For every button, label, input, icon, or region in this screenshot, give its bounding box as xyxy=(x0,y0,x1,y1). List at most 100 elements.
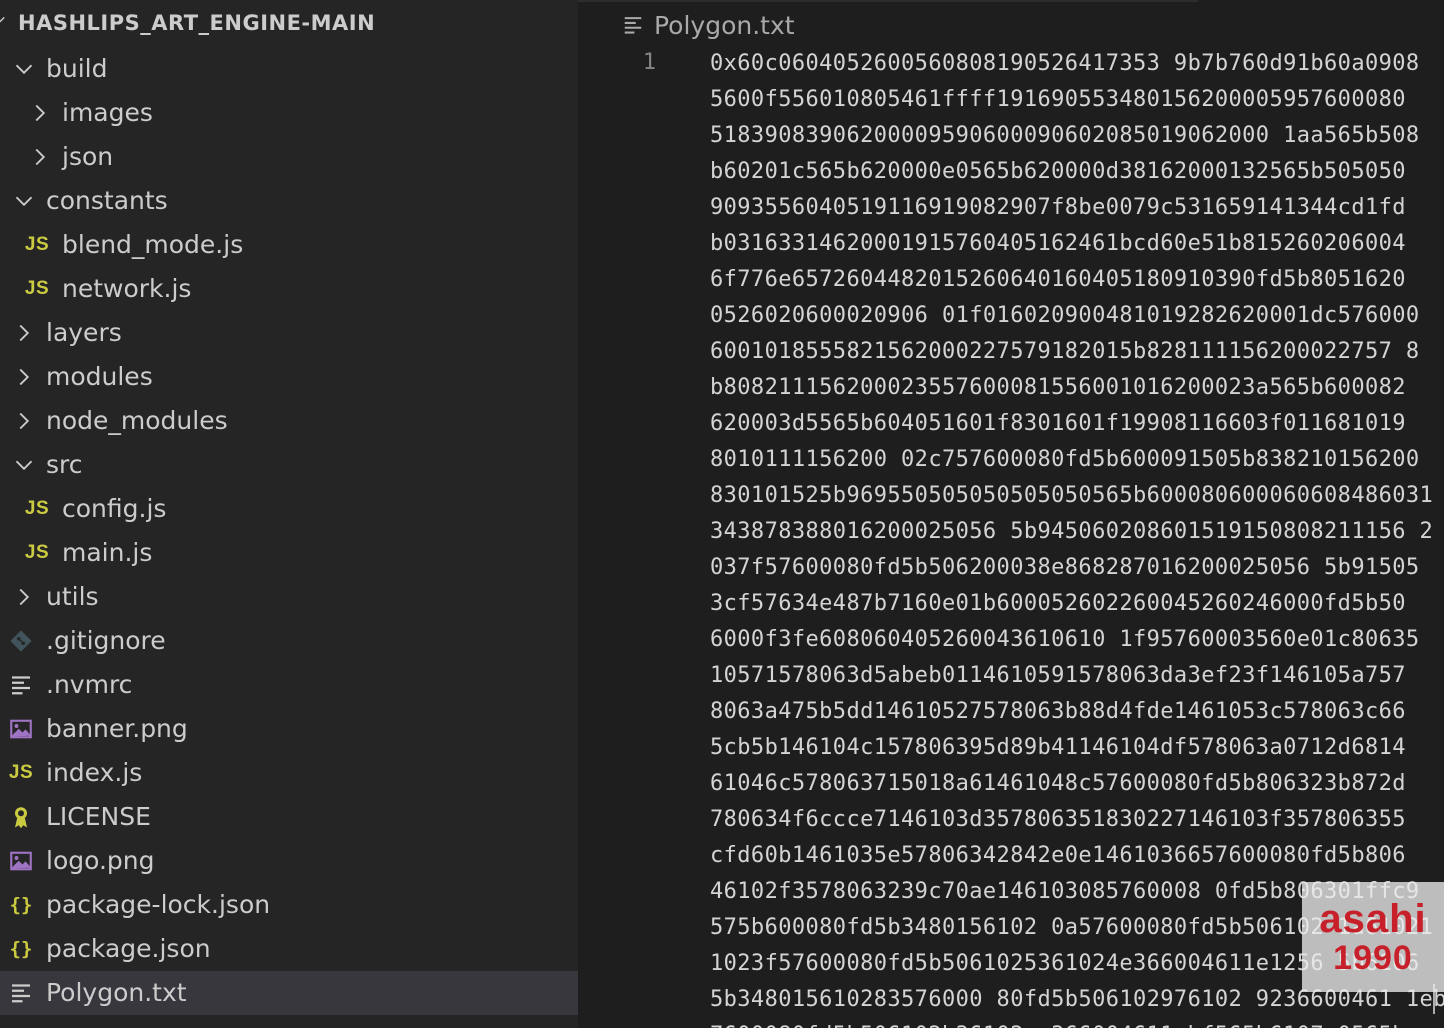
tree-item-label: src xyxy=(46,450,83,479)
code-line[interactable]: 7600080fd5b506102b36102ae366004611ebf565… xyxy=(710,1018,1444,1028)
code-line[interactable]: 10571578063d5abeb0114610591578063da3ef23… xyxy=(710,658,1444,694)
git-icon xyxy=(8,628,34,654)
code-line[interactable]: 780634f6ccce7146103d35780635183022714610… xyxy=(710,802,1444,838)
chevron-right-icon xyxy=(19,324,30,342)
code-line[interactable]: b808211156200023557600081556001016200023… xyxy=(710,370,1444,406)
code-line[interactable]: b03163314620001915760405162461bcd60e51b8… xyxy=(710,226,1444,262)
chevron-down-icon xyxy=(15,460,33,471)
tree-item-constants[interactable]: constants xyxy=(0,179,578,223)
chevron-right-icon xyxy=(19,588,30,606)
tree-item-images[interactable]: images xyxy=(0,91,578,135)
tree-item-label: layers xyxy=(46,318,122,347)
tree-item-gitignore[interactable]: .gitignore xyxy=(0,619,578,663)
code-line[interactable]: 0x60c0604052600560808190526417353 9b7b76… xyxy=(710,46,1444,82)
javascript-file-icon: JS xyxy=(24,542,50,563)
tree-item-label: blend_mode.js xyxy=(62,230,244,259)
tree-item-network-js[interactable]: JS network.js xyxy=(0,267,578,311)
text-file-icon xyxy=(8,980,34,1006)
code-line[interactable]: 6f776e6572604482015260640160405180910390… xyxy=(710,262,1444,298)
tree-item-nvmrc[interactable]: .nvmrc xyxy=(0,663,578,707)
tree-item-label: main.js xyxy=(62,538,153,567)
tree-item-label: .gitignore xyxy=(46,626,166,655)
chevron-down-icon xyxy=(15,64,33,75)
tree-item-package-json[interactable]: {} package.json xyxy=(0,927,578,971)
tree-item-main-js[interactable]: JS main.js xyxy=(0,531,578,575)
chevron-down-icon xyxy=(15,196,33,207)
watermark-line-1: asahi xyxy=(1319,897,1427,941)
watermark-logo: asahi 1990 xyxy=(1302,882,1444,992)
code-line[interactable]: 3cf57634e487b7160e01b6000526022600452602… xyxy=(710,586,1444,622)
tree-item-config-js[interactable]: JS config.js xyxy=(0,487,578,531)
vscode-window: HASHLIPS_ART_ENGINE-MAIN build images json… xyxy=(0,0,1444,1028)
javascript-file-icon: JS xyxy=(24,278,50,299)
tree-item-license[interactable]: LICENSE xyxy=(0,795,578,839)
code-content[interactable]: 0x60c0604052600560808190526417353 9b7b76… xyxy=(710,46,1444,1028)
code-line[interactable]: 343878388016200025056 5b9450602086015191… xyxy=(710,514,1444,550)
code-line[interactable]: 037f57600080fd5b506200038e86828701620002… xyxy=(710,550,1444,586)
code-line[interactable]: 61046c578063715018a61461048c57600080fd5b… xyxy=(710,766,1444,802)
image-file-icon xyxy=(8,848,34,874)
tree-item-label: Polygon.txt xyxy=(46,978,187,1007)
chevron-right-icon xyxy=(19,412,30,430)
tree-item-blend-mode-js[interactable]: JS blend_mode.js xyxy=(0,223,578,267)
explorer-title: HASHLIPS_ART_ENGINE-MAIN xyxy=(18,11,376,35)
explorer-sidebar: HASHLIPS_ART_ENGINE-MAIN build images json… xyxy=(0,0,578,1028)
tree-item-label: package-lock.json xyxy=(46,890,271,919)
tree-item-label: constants xyxy=(46,186,168,215)
chevron-right-icon xyxy=(19,368,30,386)
tree-item-node-modules[interactable]: node_modules xyxy=(0,399,578,443)
chevron-right-icon xyxy=(35,148,46,166)
tree-item-label: node_modules xyxy=(46,406,228,435)
watermark-line-2: 1990 xyxy=(1333,939,1413,977)
tree-item-package-lock-json[interactable]: {} package-lock.json xyxy=(0,883,578,927)
chevron-right-icon xyxy=(35,104,46,122)
tree-item-utils[interactable]: utils xyxy=(0,575,578,619)
tree-item-label: index.js xyxy=(46,758,143,787)
code-line[interactable]: 0526020600020906 01f01602090048101928262… xyxy=(710,298,1444,334)
tree-item-json[interactable]: json xyxy=(0,135,578,179)
license-icon xyxy=(8,804,34,830)
tree-item-label: build xyxy=(46,54,108,83)
code-line[interactable]: 8063a475b5dd14610527578063b88d4fde146105… xyxy=(710,694,1444,730)
code-line[interactable]: 6000f3fe608060405260043610610 1f95760003… xyxy=(710,622,1444,658)
tree-item-label: package.json xyxy=(46,934,211,963)
code-line[interactable]: 6001018555821562000227579182015b82811115… xyxy=(710,334,1444,370)
tree-item-logo-png[interactable]: logo.png xyxy=(0,839,578,883)
tree-item-label: logo.png xyxy=(46,846,155,875)
tree-item-label: network.js xyxy=(62,274,192,303)
tree-item-label: banner.png xyxy=(46,714,188,743)
code-line[interactable]: 5cb5b146104c157806395d89b41146104df57806… xyxy=(710,730,1444,766)
explorer-section-header[interactable]: HASHLIPS_ART_ENGINE-MAIN xyxy=(0,2,578,46)
javascript-file-icon: JS xyxy=(8,762,34,783)
code-line[interactable]: 5183908390620000959060009060208501906200… xyxy=(710,118,1444,154)
javascript-file-icon: JS xyxy=(24,234,50,255)
tree-item-build[interactable]: build xyxy=(0,47,578,91)
code-line[interactable]: 5600f556010805461ffff1916905534801562000… xyxy=(710,82,1444,118)
tree-item-index-js[interactable]: JS index.js xyxy=(0,751,578,795)
json-file-icon: {} xyxy=(9,894,33,916)
json-file-icon: {} xyxy=(9,938,33,960)
code-line[interactable]: b60201c565b620000e0565b620000d3816200013… xyxy=(710,154,1444,190)
scroll-shadow xyxy=(578,0,1198,2)
image-file-icon xyxy=(8,716,34,742)
tree-item-banner-png[interactable]: banner.png xyxy=(0,707,578,751)
line-number: 1 xyxy=(642,50,656,75)
tree-item-polygon-txt[interactable]: Polygon.txt xyxy=(0,971,578,1015)
code-line[interactable]: 8010111156200 02c757600080fd5b600091505b… xyxy=(710,442,1444,478)
tree-item-layers[interactable]: layers xyxy=(0,311,578,355)
code-line[interactable]: 9093556040519116919082907f8be0079c531659… xyxy=(710,190,1444,226)
code-line[interactable]: 830101525b969550505050505050565b60008060… xyxy=(710,478,1444,514)
tree-item-label: config.js xyxy=(62,494,167,523)
editor-pane[interactable]: Polygon.txt 1 0x60c060405260056080819052… xyxy=(578,0,1444,1028)
breadcrumb-filename[interactable]: Polygon.txt xyxy=(654,11,795,40)
tree-item-label: .nvmrc xyxy=(46,670,133,699)
code-line[interactable]: 620003d5565b604051601f8301601f1990811660… xyxy=(710,406,1444,442)
tree-item-modules[interactable]: modules xyxy=(0,355,578,399)
code-line[interactable]: cfd60b1461035e57806342842e0e146103665760… xyxy=(710,838,1444,874)
breadcrumb[interactable]: Polygon.txt xyxy=(622,10,795,40)
tree-item-label: LICENSE xyxy=(46,802,151,831)
tree-item-label: utils xyxy=(46,582,99,611)
tree-item-label: images xyxy=(62,98,153,127)
text-file-icon xyxy=(8,672,34,698)
tree-item-src[interactable]: src xyxy=(0,443,578,487)
